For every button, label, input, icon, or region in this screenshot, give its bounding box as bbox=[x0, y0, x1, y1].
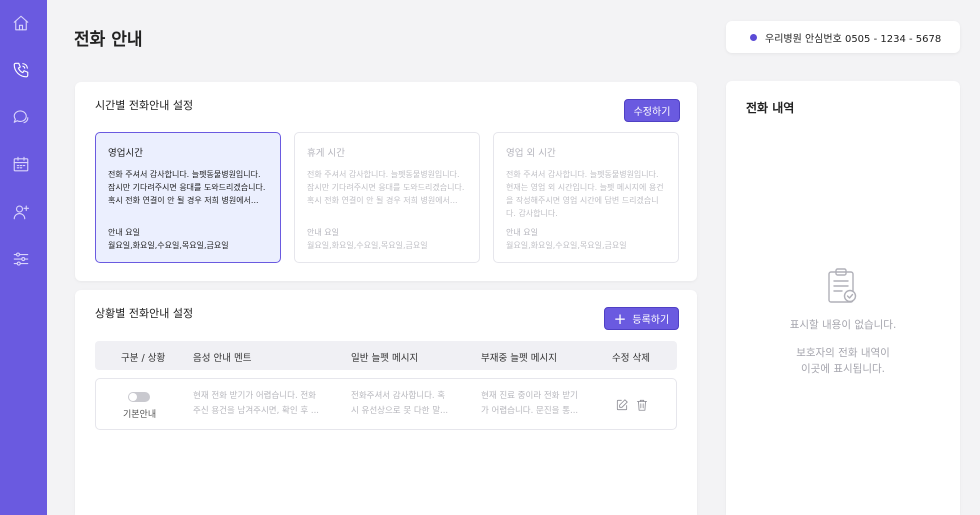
clipboard-icon bbox=[824, 267, 860, 305]
general-message-cell: 전화주셔서 감사합니다. 혹 시 유선상으로 못 다한 말... bbox=[351, 391, 449, 416]
page-title: 전화 안내 bbox=[74, 30, 143, 50]
table-row: 기본안내 현재 전화 받기가 어렵습니다. 전화 주신 용건을 남겨주시면, 확… bbox=[95, 378, 677, 430]
edit-icon[interactable] bbox=[615, 397, 629, 411]
card-title: 영업 외 시간 bbox=[506, 148, 556, 159]
register-label: 등록하기 bbox=[632, 315, 670, 326]
plus-icon: + bbox=[613, 309, 627, 328]
card-title: 영업시간 bbox=[108, 148, 143, 159]
time-card-break[interactable]: 휴게 시간 전화 주셔서 감사합니다. 늘펫동물병원입니다. 잠시만 기다려주시… bbox=[294, 132, 480, 263]
time-card-business[interactable]: 영업시간 전화 주셔서 감사합니다. 늘펫동물병원입니다. 잠시만 기다려주시면… bbox=[95, 132, 281, 263]
trash-icon[interactable] bbox=[635, 397, 649, 411]
column-header: 음성 안내 멘트 bbox=[193, 353, 252, 364]
card-message: 전화 주셔서 감사합니다. 늘펫동물병원입니다. 잠시만 기다려주시면 응대를 … bbox=[108, 170, 266, 205]
days-value: 월요일,화요일,수요일,목요일,금요일 bbox=[108, 241, 229, 250]
column-header: 부재중 늘펫 메시지 bbox=[481, 353, 557, 364]
home-icon[interactable] bbox=[11, 13, 31, 33]
days-value: 월요일,화요일,수요일,목요일,금요일 bbox=[307, 241, 428, 250]
row-type: 기본안내 bbox=[123, 410, 157, 420]
voice-message-cell: 현재 전화 받기가 어렵습니다. 전화 주신 용건을 남겨주시면, 확인 후 .… bbox=[193, 391, 319, 416]
calendar-icon[interactable] bbox=[11, 154, 31, 174]
sliders-icon[interactable] bbox=[11, 249, 31, 269]
chat-icon[interactable] bbox=[11, 107, 31, 127]
empty-hint-line-1: 보호자의 전화 내역이 bbox=[796, 347, 890, 359]
edit-button[interactable]: 수정하기 bbox=[624, 99, 680, 122]
days-label: 안내 요일 bbox=[108, 228, 140, 237]
column-header: 수정 삭제 bbox=[612, 353, 650, 364]
register-button[interactable]: + 등록하기 bbox=[604, 307, 679, 330]
time-settings-panel: 시간별 전화안내 설정 수정하기 영업시간 전화 주셔서 감사합니다. 늘펫동물… bbox=[75, 82, 697, 281]
card-title: 휴게 시간 bbox=[307, 148, 345, 159]
missed-message-cell: 현재 진료 중이라 전화 받기 가 어렵습니다. 문진을 통... bbox=[481, 391, 579, 416]
column-header: 일반 늘펫 메시지 bbox=[351, 353, 419, 364]
days-label: 안내 요일 bbox=[506, 228, 538, 237]
card-message: 전화 주셔서 감사합니다. 늘펫동물병원입니다. 현재는 영업 외 시간입니다.… bbox=[506, 170, 664, 218]
days-label: 안내 요일 bbox=[307, 228, 339, 237]
column-header: 구분 / 상황 bbox=[121, 353, 166, 364]
sidebar bbox=[0, 0, 47, 515]
days-value: 월요일,화요일,수요일,목요일,금요일 bbox=[506, 241, 627, 250]
time-card-after-hours[interactable]: 영업 외 시간 전화 주셔서 감사합니다. 늘펫동물병원입니다. 현재는 영업 … bbox=[493, 132, 679, 263]
phone-number-box: 우리병원 안심번호 0505 - 1234 - 5678 bbox=[726, 21, 960, 53]
call-history-panel: 전화 내역 표시할 내용이 없습니다. 보호자의 전화 내역이 이곳에 표시됩니… bbox=[726, 81, 960, 515]
call-history-title: 전화 내역 bbox=[746, 101, 795, 115]
empty-message: 표시할 내용이 없습니다. bbox=[789, 319, 897, 331]
situation-settings-title: 상황별 전화안내 설정 bbox=[95, 307, 194, 320]
enable-toggle[interactable] bbox=[128, 392, 150, 402]
phone-icon[interactable] bbox=[11, 60, 31, 80]
toggle-knob bbox=[129, 393, 137, 401]
phone-number-text: 우리병원 안심번호 0505 - 1234 - 5678 bbox=[765, 33, 942, 45]
situation-settings-panel: 상황별 전화안내 설정 + 등록하기 구분 / 상황 음성 안내 멘트 일반 늘… bbox=[75, 290, 697, 515]
card-message: 전화 주셔서 감사합니다. 늘펫동물병원입니다. 잠시만 기다려주시면 응대를 … bbox=[307, 170, 465, 205]
status-dot bbox=[750, 33, 757, 41]
user-add-icon[interactable] bbox=[11, 202, 31, 222]
time-settings-title: 시간별 전화안내 설정 bbox=[95, 99, 194, 112]
empty-hint-line-2: 이곳에 표시됩니다. bbox=[801, 363, 885, 375]
table-header: 구분 / 상황 음성 안내 멘트 일반 늘펫 메시지 부재중 늘펫 메시지 수정… bbox=[95, 341, 677, 370]
